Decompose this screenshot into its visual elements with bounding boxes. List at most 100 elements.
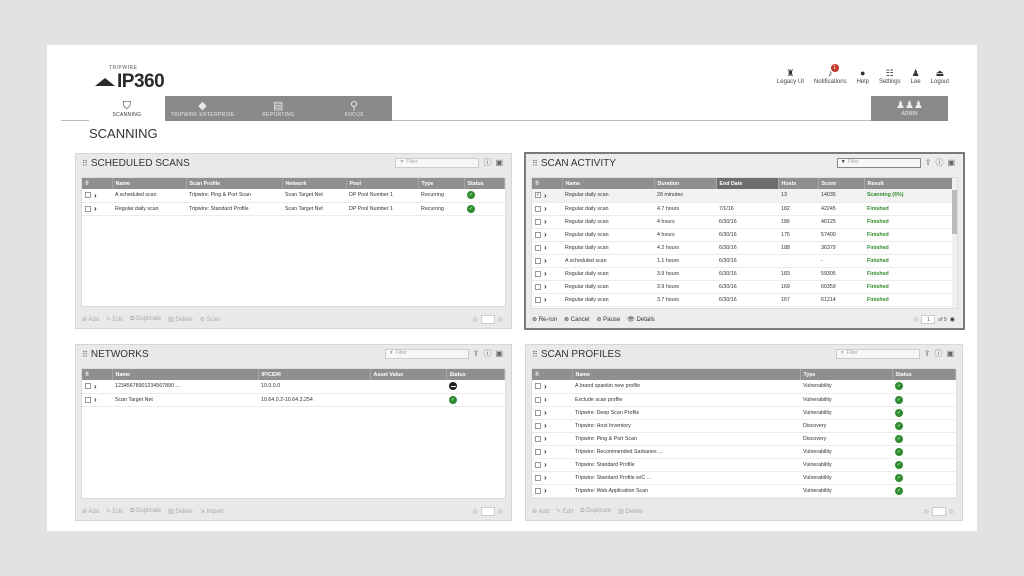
expand-chevron-icon[interactable]: ›	[94, 382, 97, 391]
row-checkbox[interactable]	[85, 383, 91, 390]
expand-chevron-icon[interactable]: ›	[94, 191, 97, 200]
delete-button[interactable]: ▥ Delete	[168, 316, 193, 323]
duplicate-button[interactable]: ⧉ Duplicate	[130, 508, 161, 515]
row-checkbox[interactable]	[535, 487, 541, 494]
column-header[interactable]: Asset Value	[370, 369, 447, 380]
row-checkbox[interactable]	[535, 383, 541, 390]
expand-chevron-icon[interactable]: ›	[544, 295, 547, 304]
table-row[interactable]: ✓ › Regular daily scan 28 minutes 13 14035 Sca…	[532, 189, 957, 203]
table-row[interactable]: › Regular daily scan 4.2 hours 6/30/16 188 36…	[532, 241, 957, 255]
drag-handle-icon[interactable]: ⠿	[82, 159, 88, 168]
table-row[interactable]: › 12345678901234567890 ... 10.0.0.0	[82, 380, 505, 394]
minimize-icon[interactable]: ▣	[946, 349, 954, 358]
duplicate-button[interactable]: ⧉ Duplicate	[130, 316, 161, 323]
column-header[interactable]: Duration	[654, 178, 717, 189]
delete-button[interactable]: ▥ Delete	[618, 508, 643, 515]
next-page-icon[interactable]: ◎	[498, 508, 503, 515]
column-header[interactable]: Score	[818, 178, 865, 189]
settings-link[interactable]: ☷ Settings	[879, 67, 901, 85]
expand-chevron-icon[interactable]: ›	[94, 204, 97, 213]
table-row[interactable]: › Tripwire: Ping & Port Scan Discovery ✓	[532, 432, 956, 446]
row-checkbox[interactable]	[85, 192, 91, 199]
expand-chevron-icon[interactable]: ›	[544, 230, 547, 239]
row-checkbox[interactable]	[535, 270, 541, 277]
row-checkbox[interactable]	[535, 296, 541, 303]
expand-chevron-icon[interactable]: ›	[544, 282, 547, 291]
row-checkbox[interactable]	[535, 218, 541, 225]
activity-scrollbar[interactable]	[952, 178, 957, 308]
table-row[interactable]: › Scan Target Net 10.64.0.2-10.64.3.254 …	[82, 393, 505, 407]
row-checkbox[interactable]	[535, 283, 541, 290]
table-row[interactable]: › Tripwire: Standard Profile Vulnerability…	[532, 458, 956, 472]
page-input[interactable]	[931, 507, 946, 516]
column-header[interactable]: Name	[112, 369, 259, 380]
prev-page-icon[interactable]: ◎	[473, 316, 478, 323]
select-all-column[interactable]: ⠿	[82, 178, 113, 189]
column-header[interactable]: Name	[572, 369, 801, 380]
add-button[interactable]: ⊕ Add	[532, 508, 549, 515]
select-all-column[interactable]: ⠿	[532, 369, 573, 380]
expand-chevron-icon[interactable]: ›	[544, 447, 547, 456]
table-row[interactable]: › Regular daily scan 4 hours 6/30/16 186 4612…	[532, 215, 957, 229]
edit-button[interactable]: ✎ Edit	[556, 508, 573, 515]
table-row[interactable]: › Tripwire: Standard Profile w/C ... Vulne…	[532, 471, 956, 485]
table-row[interactable]: › Regular daily scan 3.9 hours 6/30/16 183 59…	[532, 267, 957, 281]
select-all-column[interactable]: ⠿	[82, 369, 113, 380]
column-header[interactable]: Status	[446, 369, 505, 380]
add-button[interactable]: ⊕ Add	[82, 316, 99, 323]
table-row[interactable]: › Regular daily scan 3.7 hours 6/30/16 167 61…	[532, 293, 957, 307]
page-input[interactable]	[480, 315, 495, 324]
column-header[interactable]: Name	[562, 178, 655, 189]
logout-link[interactable]: ⏏ Logout	[931, 67, 949, 85]
row-checkbox[interactable]	[85, 396, 91, 403]
column-header[interactable]: Status	[464, 178, 505, 189]
expand-chevron-icon[interactable]: ›	[544, 191, 547, 200]
help-circle-icon[interactable]: ⓘ	[483, 348, 491, 359]
column-header[interactable]: Status	[892, 369, 956, 380]
next-page-icon[interactable]: ◎	[498, 316, 503, 323]
expand-chevron-icon[interactable]: ›	[544, 421, 547, 430]
expand-chevron-icon[interactable]: ›	[544, 269, 547, 278]
tab-reporting[interactable]: ▤ REPORTING	[241, 96, 317, 121]
help-circle-icon[interactable]: ⓘ	[483, 157, 491, 168]
scan-button[interactable]: ⊜ Scan	[200, 316, 220, 323]
row-checkbox[interactable]	[535, 396, 541, 403]
user-link[interactable]: ♟ Lee	[911, 67, 921, 85]
table-row[interactable]: › Regular daily scan 4 hours 6/30/16 175 5740…	[532, 228, 957, 242]
select-all-column[interactable]: ⠿	[532, 178, 563, 189]
expand-chevron-icon[interactable]: ›	[544, 243, 547, 252]
table-row[interactable]: › Tripwire: Host Inventory Discovery ✓	[532, 419, 956, 433]
add-button[interactable]: ⊕ Add	[82, 508, 99, 515]
duplicate-button[interactable]: ⧉ Duplicate	[580, 508, 611, 515]
column-header[interactable]: Result	[864, 178, 957, 189]
table-row[interactable]: › Regular daily scan 3.9 hours 6/30/16 169 60…	[532, 280, 957, 294]
expand-chevron-icon[interactable]: ›	[544, 382, 547, 391]
table-row[interactable]: › Exclude scan profile Vulnerability ✓	[532, 393, 956, 407]
row-checkbox[interactable]	[535, 474, 541, 481]
table-row[interactable]: › A brand spankin new profile Vulnerabilit…	[532, 380, 956, 394]
column-header[interactable]: IP/CIDR	[258, 369, 371, 380]
drag-handle-icon[interactable]: ⠿	[532, 350, 538, 359]
export-icon[interactable]: ⇪	[473, 349, 480, 358]
minimize-icon[interactable]: ▣	[947, 158, 955, 167]
profiles-filter-input[interactable]: ▼ Filter	[835, 348, 920, 359]
expand-chevron-icon[interactable]: ›	[544, 217, 547, 226]
cancel-button[interactable]: ⊗ Cancel	[564, 316, 589, 323]
table-row[interactable]: › Regular daily scan 4.7 hours 7/1/16 182 422…	[532, 202, 957, 216]
notifications-link[interactable]: ♪ 1 Notifications	[814, 64, 847, 85]
next-page-icon[interactable]: ◉	[950, 316, 955, 323]
pause-button[interactable]: ⊘ Pause	[596, 316, 620, 323]
expand-chevron-icon[interactable]: ›	[544, 460, 547, 469]
row-checkbox[interactable]	[85, 205, 91, 212]
column-header[interactable]: Type	[418, 178, 465, 189]
networks-filter-input[interactable]: ▼ Filter	[384, 348, 469, 359]
column-header[interactable]: End Date	[716, 178, 779, 189]
row-checkbox[interactable]	[535, 231, 541, 238]
tab-tripwire-enterprise[interactable]: ◆ TRIPWIRE ENTERPRISE	[165, 96, 241, 121]
row-checkbox[interactable]	[535, 257, 541, 264]
row-checkbox[interactable]	[535, 422, 541, 429]
table-row[interactable]: › Tripwire: Web Application Scan Vulnerabi…	[532, 484, 956, 498]
drag-handle-icon[interactable]: ⠿	[532, 159, 538, 168]
rerun-button[interactable]: ⊛ Re-run	[532, 316, 557, 323]
column-header[interactable]: Hosts	[778, 178, 819, 189]
